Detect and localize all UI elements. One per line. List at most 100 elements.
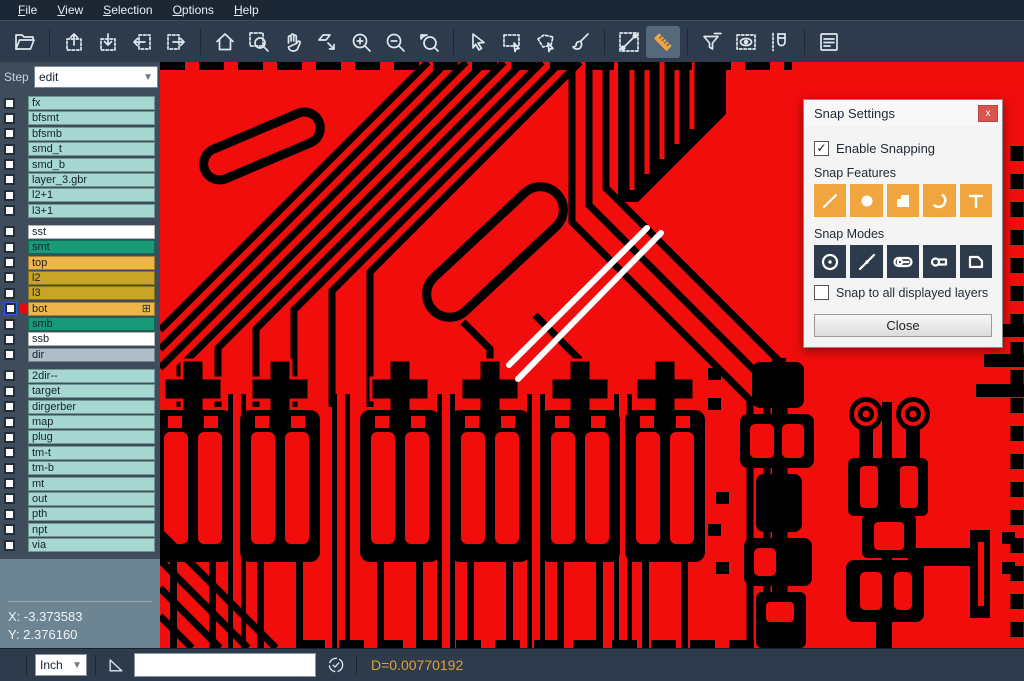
- layer-checkbox[interactable]: [4, 226, 15, 237]
- pan-button[interactable]: [276, 26, 310, 58]
- layer-checkbox[interactable]: [4, 98, 15, 109]
- layer-row-bot[interactable]: bot⊞: [0, 302, 160, 316]
- layer-row-mt[interactable]: mt: [0, 477, 160, 491]
- layer-row-l3p1[interactable]: l3+1: [0, 204, 160, 218]
- layer-checkbox[interactable]: [4, 417, 15, 428]
- layer-row-l3[interactable]: l3: [0, 286, 160, 300]
- layer-checkbox[interactable]: [4, 401, 15, 412]
- layer-checkbox[interactable]: [4, 242, 15, 253]
- enable-snapping-checkbox[interactable]: ✓: [814, 141, 829, 156]
- layer-row-dirgerber[interactable]: dirgerber: [0, 400, 160, 414]
- layer-checkbox[interactable]: [4, 190, 15, 201]
- rectangle-select-button[interactable]: [495, 26, 529, 58]
- polygon-select-button[interactable]: [529, 26, 563, 58]
- layer-row-top[interactable]: top: [0, 256, 160, 270]
- layer-checkbox[interactable]: [4, 288, 15, 299]
- layer-row-smb[interactable]: smb: [0, 317, 160, 331]
- layer-checkbox-selected[interactable]: [4, 302, 17, 315]
- measure-button[interactable]: [612, 26, 646, 58]
- view-options-button[interactable]: [729, 26, 763, 58]
- layer-checkbox[interactable]: [4, 463, 15, 474]
- select-button[interactable]: [461, 26, 495, 58]
- menu-options[interactable]: Options: [163, 1, 224, 19]
- apply-button[interactable]: [324, 653, 348, 677]
- snap-mode-slot-button[interactable]: [923, 245, 955, 278]
- layer-row-tm-b[interactable]: tm-b: [0, 461, 160, 475]
- layer-row-dir[interactable]: dir: [0, 348, 160, 362]
- step-select[interactable]: edit ▼: [34, 66, 158, 88]
- snap-mode-pad-center-button[interactable]: [814, 245, 846, 278]
- zoom-in-button[interactable]: [344, 26, 378, 58]
- layer-checkbox[interactable]: [4, 493, 15, 504]
- close-button[interactable]: Close: [814, 314, 992, 337]
- command-input[interactable]: [134, 653, 316, 677]
- layer-checkbox[interactable]: [4, 128, 15, 139]
- layer-checkbox[interactable]: [4, 334, 15, 345]
- layer-row-target[interactable]: target: [0, 384, 160, 398]
- menu-help[interactable]: Help: [224, 1, 269, 19]
- layer-checkbox[interactable]: [4, 540, 15, 551]
- layer-row-via[interactable]: via: [0, 538, 160, 552]
- open-button[interactable]: [8, 26, 42, 58]
- layer-checkbox[interactable]: [4, 144, 15, 155]
- layer-row-ssb[interactable]: ssb: [0, 332, 160, 346]
- layer-checkbox[interactable]: [4, 257, 15, 268]
- layer-row-bfsmb[interactable]: bfsmb: [0, 127, 160, 141]
- layer-checkbox[interactable]: [4, 509, 15, 520]
- filter-button[interactable]: [695, 26, 729, 58]
- layer-row-layer_3-gbr[interactable]: layer_3.gbr: [0, 173, 160, 187]
- layer-row-bfsmt[interactable]: bfsmt: [0, 111, 160, 125]
- layer-row-fx[interactable]: fx: [0, 96, 160, 110]
- snap-feature-surface-button[interactable]: [887, 184, 919, 217]
- dialog-title-bar[interactable]: Snap Settings x: [804, 100, 1002, 126]
- snap-mode-corner-button[interactable]: [960, 245, 992, 278]
- layer-row-2dir[interactable]: 2dir--: [0, 369, 160, 383]
- layer-row-npt[interactable]: npt: [0, 523, 160, 537]
- menu-view[interactable]: View: [47, 1, 93, 19]
- layer-checkbox[interactable]: [4, 478, 15, 489]
- zoom-previous-button[interactable]: [412, 26, 446, 58]
- snap-mode-slot-outline-button[interactable]: [887, 245, 919, 278]
- layer-row-smt[interactable]: smt: [0, 240, 160, 254]
- layer-row-out[interactable]: out: [0, 492, 160, 506]
- layer-row-sst[interactable]: sst: [0, 225, 160, 239]
- zoom-out-button[interactable]: [378, 26, 412, 58]
- menu-file[interactable]: File: [8, 1, 47, 19]
- layer-checkbox[interactable]: [4, 113, 15, 124]
- angle-mode-button[interactable]: [104, 653, 128, 677]
- dialog-close-button[interactable]: x: [978, 105, 998, 122]
- load-down-button[interactable]: [91, 26, 125, 58]
- layer-checkbox[interactable]: [4, 524, 15, 535]
- snap-all-layers-checkbox[interactable]: [814, 285, 829, 300]
- zoom-window-button[interactable]: [242, 26, 276, 58]
- layer-row-smd_t[interactable]: smd_t: [0, 142, 160, 156]
- layer-row-l2p1[interactable]: l2+1: [0, 188, 160, 202]
- report-button[interactable]: [812, 26, 846, 58]
- snap-mode-line-point-button[interactable]: [850, 245, 882, 278]
- paint-button[interactable]: [563, 26, 597, 58]
- home-button[interactable]: [208, 26, 242, 58]
- layer-checkbox[interactable]: [4, 174, 15, 185]
- layer-checkbox[interactable]: [4, 447, 15, 458]
- layer-checkbox[interactable]: [4, 349, 15, 360]
- snap-feature-text-button[interactable]: [960, 184, 992, 217]
- load-left-button[interactable]: [125, 26, 159, 58]
- layer-row-map[interactable]: map: [0, 415, 160, 429]
- layer-checkbox[interactable]: [4, 205, 15, 216]
- move-vertex-button[interactable]: [310, 26, 344, 58]
- layer-checkbox[interactable]: [4, 432, 15, 443]
- layer-checkbox[interactable]: [4, 370, 15, 381]
- load-right-button[interactable]: [159, 26, 193, 58]
- layer-checkbox[interactable]: [4, 319, 15, 330]
- snap-feature-line-button[interactable]: [814, 184, 846, 217]
- layer-checkbox[interactable]: [4, 272, 15, 283]
- layer-row-tm-t[interactable]: tm-t: [0, 446, 160, 460]
- layer-row-pth[interactable]: pth: [0, 507, 160, 521]
- unit-select[interactable]: Inch ▼: [35, 654, 87, 676]
- layer-checkbox[interactable]: [4, 159, 15, 170]
- layer-row-smd_b[interactable]: smd_b: [0, 158, 160, 172]
- layer-checkbox[interactable]: [4, 386, 15, 397]
- layer-row-l2[interactable]: l2: [0, 271, 160, 285]
- ruler-button[interactable]: [646, 26, 680, 58]
- layer-row-plug[interactable]: plug: [0, 430, 160, 444]
